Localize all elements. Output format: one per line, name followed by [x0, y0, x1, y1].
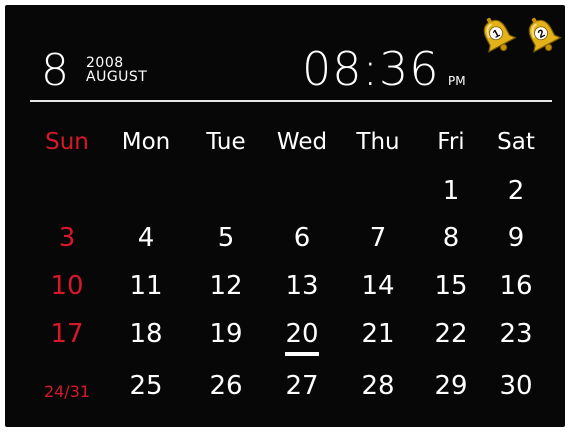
day-cell-18[interactable]: 18: [129, 319, 162, 349]
day-cell-5[interactable]: 5: [218, 223, 235, 253]
weekday-fri: Fri: [437, 129, 465, 155]
current-year: 2008: [86, 55, 124, 71]
day-cell-30[interactable]: 30: [499, 371, 532, 401]
day-cell-22[interactable]: 22: [434, 319, 467, 349]
day-cell-13[interactable]: 13: [285, 271, 318, 301]
weekday-mon: Mon: [121, 129, 171, 155]
calendar-screen: 8 2008 AUGUST 08:36 PM 1 2 Sun Mon Tue W…: [5, 5, 565, 427]
alarm-1-bell-icon[interactable]: 1: [475, 13, 519, 57]
day-cell-3[interactable]: 3: [59, 223, 76, 253]
day-cell-2[interactable]: 2: [508, 176, 525, 206]
day-cell-19[interactable]: 19: [209, 319, 242, 349]
weekday-sat: Sat: [497, 129, 535, 155]
day-cell-4[interactable]: 4: [138, 223, 155, 253]
day-cell-17[interactable]: 17: [50, 319, 83, 349]
today-indicator: [285, 352, 319, 356]
weekday-tue: Tue: [206, 129, 246, 155]
clock-ampm: PM: [448, 74, 466, 88]
day-cell-26[interactable]: 26: [209, 371, 242, 401]
day-cell-14[interactable]: 14: [361, 271, 394, 301]
day-cell-21[interactable]: 21: [361, 319, 394, 349]
day-cell-6[interactable]: 6: [294, 223, 311, 253]
alarm-2-bell-icon[interactable]: 2: [520, 13, 564, 57]
clock-time: 08:36: [302, 42, 440, 96]
weekday-sun: Sun: [45, 129, 89, 155]
day-cell-10[interactable]: 10: [50, 271, 83, 301]
weekday-wed: Wed: [276, 129, 328, 155]
day-cell-12[interactable]: 12: [209, 271, 242, 301]
weekday-thu: Thu: [356, 129, 400, 155]
day-cell-29[interactable]: 29: [434, 371, 467, 401]
day-cell-9[interactable]: 9: [508, 223, 525, 253]
current-day: 8: [41, 45, 69, 96]
current-month: AUGUST: [86, 69, 148, 85]
day-cell-8[interactable]: 8: [443, 223, 460, 253]
header-divider: [30, 100, 552, 102]
day-cell-15[interactable]: 15: [434, 271, 467, 301]
day-cell-27[interactable]: 27: [285, 371, 318, 401]
day-cell-16[interactable]: 16: [499, 271, 532, 301]
day-cell-20[interactable]: 20: [285, 319, 318, 349]
day-cell-28[interactable]: 28: [361, 371, 394, 401]
day-cell-11[interactable]: 11: [129, 271, 162, 301]
day-cell-24-31[interactable]: 24/31: [44, 377, 90, 407]
day-cell-7[interactable]: 7: [370, 223, 387, 253]
day-cell-25[interactable]: 25: [129, 371, 162, 401]
day-cell-1[interactable]: 1: [443, 176, 460, 206]
day-cell-23[interactable]: 23: [499, 319, 532, 349]
